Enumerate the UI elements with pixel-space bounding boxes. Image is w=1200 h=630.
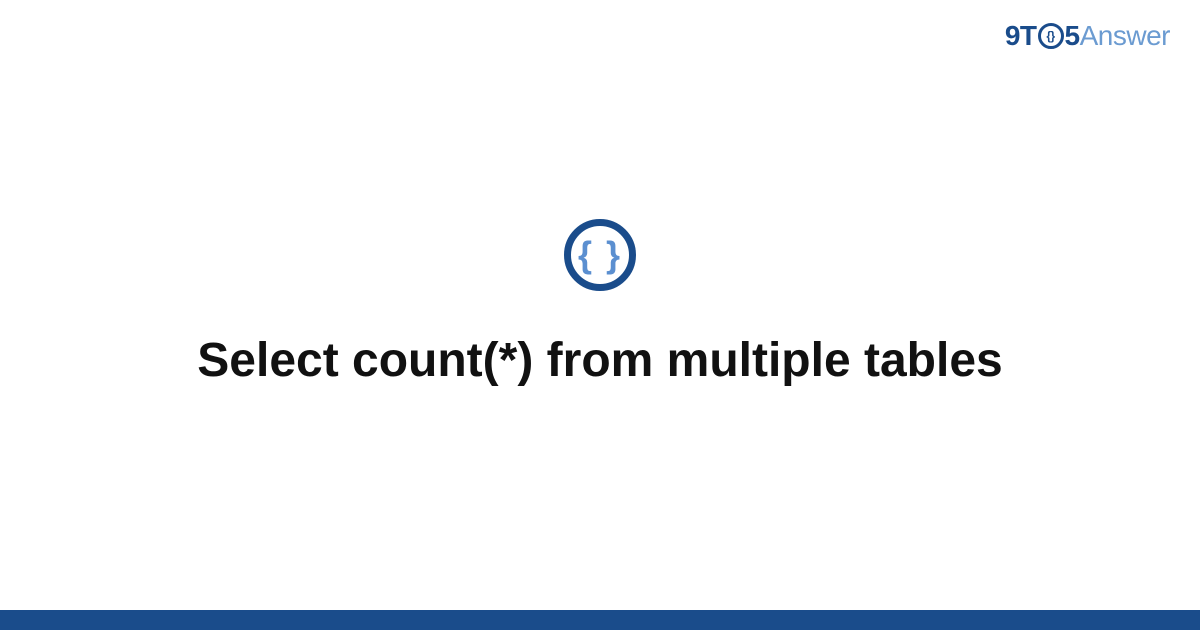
main-content: { } Select count(*) from multiple tables [0,0,1200,630]
braces-glyph: { } [578,234,622,276]
code-braces-icon: { } [564,219,636,291]
footer-bar [0,610,1200,630]
page-title: Select count(*) from multiple tables [197,331,1002,391]
